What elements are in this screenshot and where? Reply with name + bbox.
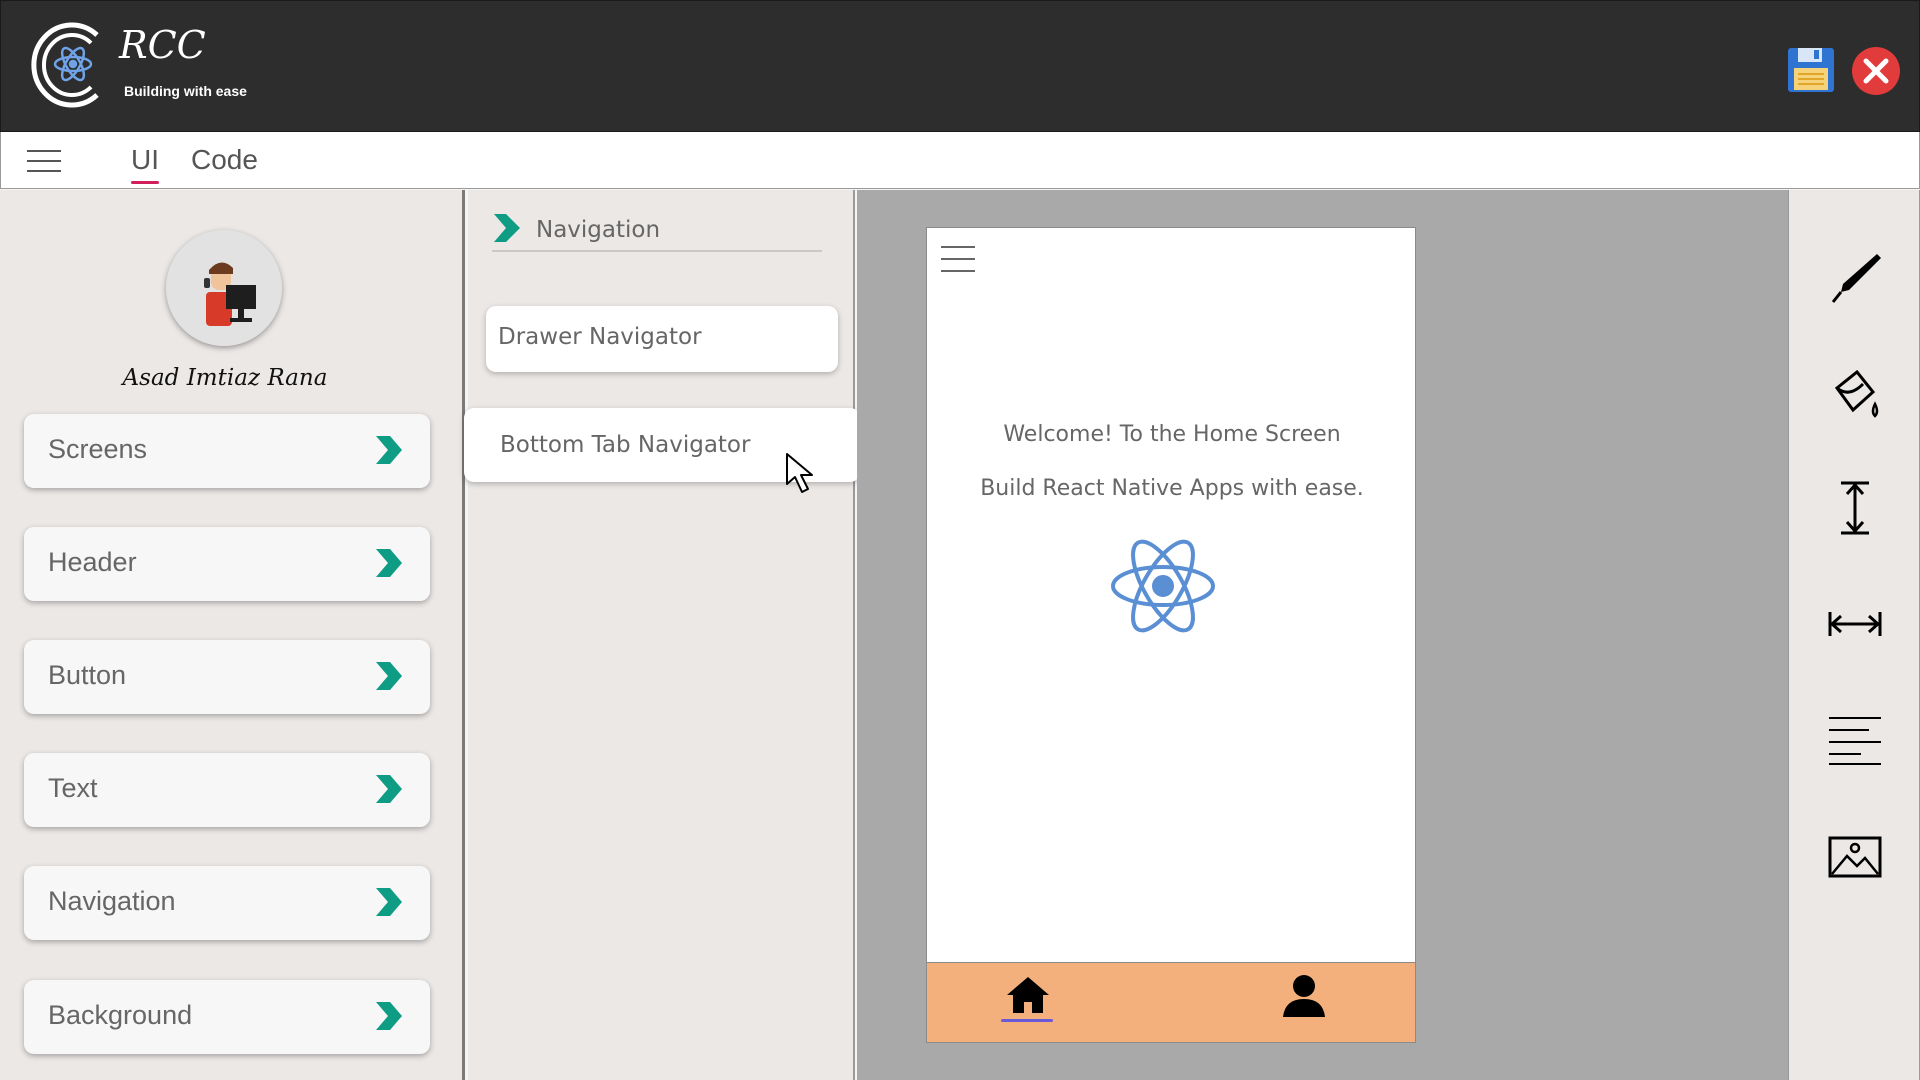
tab-code[interactable]: Code xyxy=(191,144,258,176)
chevron-right-icon xyxy=(376,436,402,464)
sidebar-item-screens[interactable]: Screens xyxy=(24,414,430,488)
rcc-logo-icon xyxy=(31,22,99,108)
react-logo-icon xyxy=(1111,539,1215,633)
drawer-navigator-option[interactable]: Drawer Navigator xyxy=(486,306,838,372)
horizontal-resize-icon[interactable] xyxy=(1827,596,1883,652)
pen-icon[interactable] xyxy=(1827,250,1883,306)
app-tagline: Building with ease xyxy=(124,83,247,99)
chevron-right-icon xyxy=(376,549,402,577)
image-icon[interactable] xyxy=(1827,830,1883,886)
hamburger-menu-icon[interactable] xyxy=(27,150,61,174)
subtitle-text: Build React Native Apps with ease. xyxy=(980,476,1364,501)
avatar xyxy=(166,230,282,346)
sidebar-item-label: Navigation xyxy=(48,886,176,916)
chevron-right-icon xyxy=(376,775,402,803)
phone-preview[interactable]: Welcome! To the Home Screen Build React … xyxy=(926,227,1416,1043)
option-label: Bottom Tab Navigator xyxy=(500,432,751,458)
sidebar-item-button[interactable]: Button xyxy=(24,640,430,714)
tab-bar: UI Code xyxy=(0,132,1920,189)
sidebar-item-label: Text xyxy=(48,773,98,803)
paint-bucket-icon[interactable] xyxy=(1827,366,1883,422)
home-icon[interactable] xyxy=(1005,975,1051,1015)
title-bar: RCC Building with ease xyxy=(0,0,1920,132)
person-icon[interactable] xyxy=(1281,973,1327,1019)
chevron-right-icon xyxy=(376,888,402,916)
mouse-cursor-icon xyxy=(786,453,813,493)
option-label: Drawer Navigator xyxy=(498,324,702,350)
sidebar-item-label: Header xyxy=(48,547,137,577)
bottom-tab-bar xyxy=(927,962,1415,1042)
subpanel-header: Navigation xyxy=(492,212,822,252)
chevron-right-icon xyxy=(494,214,520,242)
chevron-right-icon xyxy=(376,662,402,690)
navigation-subpanel: Navigation Drawer Navigator Bottom Tab N… xyxy=(464,190,860,1080)
welcome-text: Welcome! To the Home Screen xyxy=(1003,422,1341,447)
text-align-icon[interactable] xyxy=(1827,712,1883,768)
sidebar-item-header[interactable]: Header xyxy=(24,527,430,601)
style-toolbar xyxy=(1788,190,1920,1080)
components-sidebar: Asad Imtiaz Rana Screens Header Button T… xyxy=(0,190,465,1080)
chevron-right-icon xyxy=(376,1002,402,1030)
tab-ui[interactable]: UI xyxy=(131,144,159,184)
app-title: RCC xyxy=(119,23,206,67)
user-name: Asad Imtiaz Rana xyxy=(122,365,328,391)
sidebar-item-label: Button xyxy=(48,660,127,690)
drawer-menu-icon[interactable] xyxy=(941,246,975,274)
sidebar-item-label: Background xyxy=(48,1000,193,1030)
vertical-resize-icon[interactable] xyxy=(1827,480,1883,536)
sidebar-item-navigation[interactable]: Navigation xyxy=(24,866,430,940)
sidebar-item-background[interactable]: Background xyxy=(24,980,430,1054)
active-tab-indicator xyxy=(1001,1019,1053,1022)
close-icon[interactable] xyxy=(1851,46,1901,96)
sidebar-item-label: Screens xyxy=(48,434,148,464)
save-icon[interactable] xyxy=(1786,46,1836,94)
sidebar-item-text[interactable]: Text xyxy=(24,753,430,827)
subpanel-title: Navigation xyxy=(536,217,661,243)
